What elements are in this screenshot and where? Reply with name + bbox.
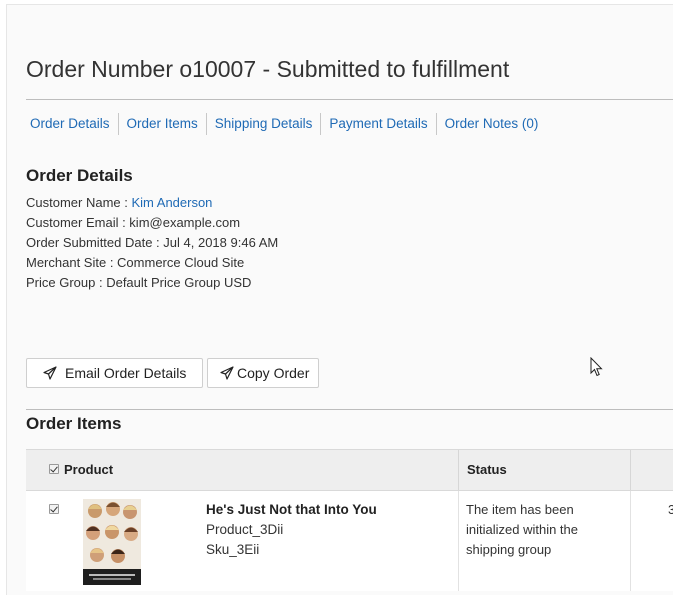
customer-name-link[interactable]: Kim Anderson [131, 195, 212, 210]
page-title: Order Number o10007 - Submitted to fulfi… [26, 56, 510, 82]
merchant-site-field: Merchant Site : Commerce Cloud Site [26, 255, 245, 270]
tab-order-notes[interactable]: Order Notes (0) [435, 113, 547, 135]
column-divider [458, 491, 459, 591]
status-column-header[interactable]: Status [467, 450, 507, 490]
tab-payment-details[interactable]: Payment Details [320, 113, 435, 135]
order-details-fields: Customer Name : Kim Anderson Customer Em… [26, 193, 278, 293]
copy-order-label: Copy Order [237, 365, 310, 381]
tab-order-details[interactable]: Order Details [22, 113, 118, 135]
column-divider [630, 491, 631, 591]
table-header: Product Status [26, 449, 673, 491]
order-items-heading: Order Items [26, 414, 122, 433]
submitted-date-field: Order Submitted Date : Jul 4, 2018 9:46 … [26, 235, 279, 250]
mouse-pointer-icon [590, 357, 603, 377]
column-divider [630, 450, 631, 490]
movie-poster-image [83, 499, 141, 585]
item-status: The item has been initialized within the… [466, 502, 579, 557]
copy-order-button[interactable]: Copy Order [207, 358, 319, 388]
section-tabs: Order Details Order Items Shipping Detai… [22, 113, 546, 135]
product-sku: Sku_3Eii [206, 542, 260, 557]
tab-order-items[interactable]: Order Items [117, 113, 206, 135]
title-divider [26, 99, 673, 100]
item-quantity: 3 [668, 502, 673, 517]
customer-name-label: Customer Name : [26, 195, 132, 210]
order-details-heading: Order Details [26, 166, 133, 185]
row-checkbox[interactable] [49, 504, 59, 514]
table-row: He's Just Not that Into You Product_3Dii… [26, 491, 673, 591]
email-order-details-label: Email Order Details [65, 365, 187, 381]
customer-email-field: Customer Email : kim@example.com [26, 215, 241, 230]
price-group-field: Price Group : Default Price Group USD [26, 275, 252, 290]
product-name: He's Just Not that Into You [206, 502, 377, 517]
product-column-header[interactable]: Product [64, 450, 113, 490]
paper-plane-icon [43, 366, 57, 380]
select-all-checkbox[interactable] [49, 464, 59, 474]
tab-shipping-details[interactable]: Shipping Details [205, 113, 321, 135]
order-items-table: Product Status He's Just Not that Into Y… [26, 449, 673, 591]
order-items-divider [26, 409, 673, 410]
product-thumbnail [83, 499, 141, 585]
customer-name-field: Customer Name : Kim Anderson [26, 193, 278, 213]
email-order-details-button[interactable]: Email Order Details [26, 358, 203, 388]
column-divider [458, 450, 459, 490]
paper-plane-icon [220, 366, 234, 380]
product-id: Product_3Dii [206, 522, 284, 537]
